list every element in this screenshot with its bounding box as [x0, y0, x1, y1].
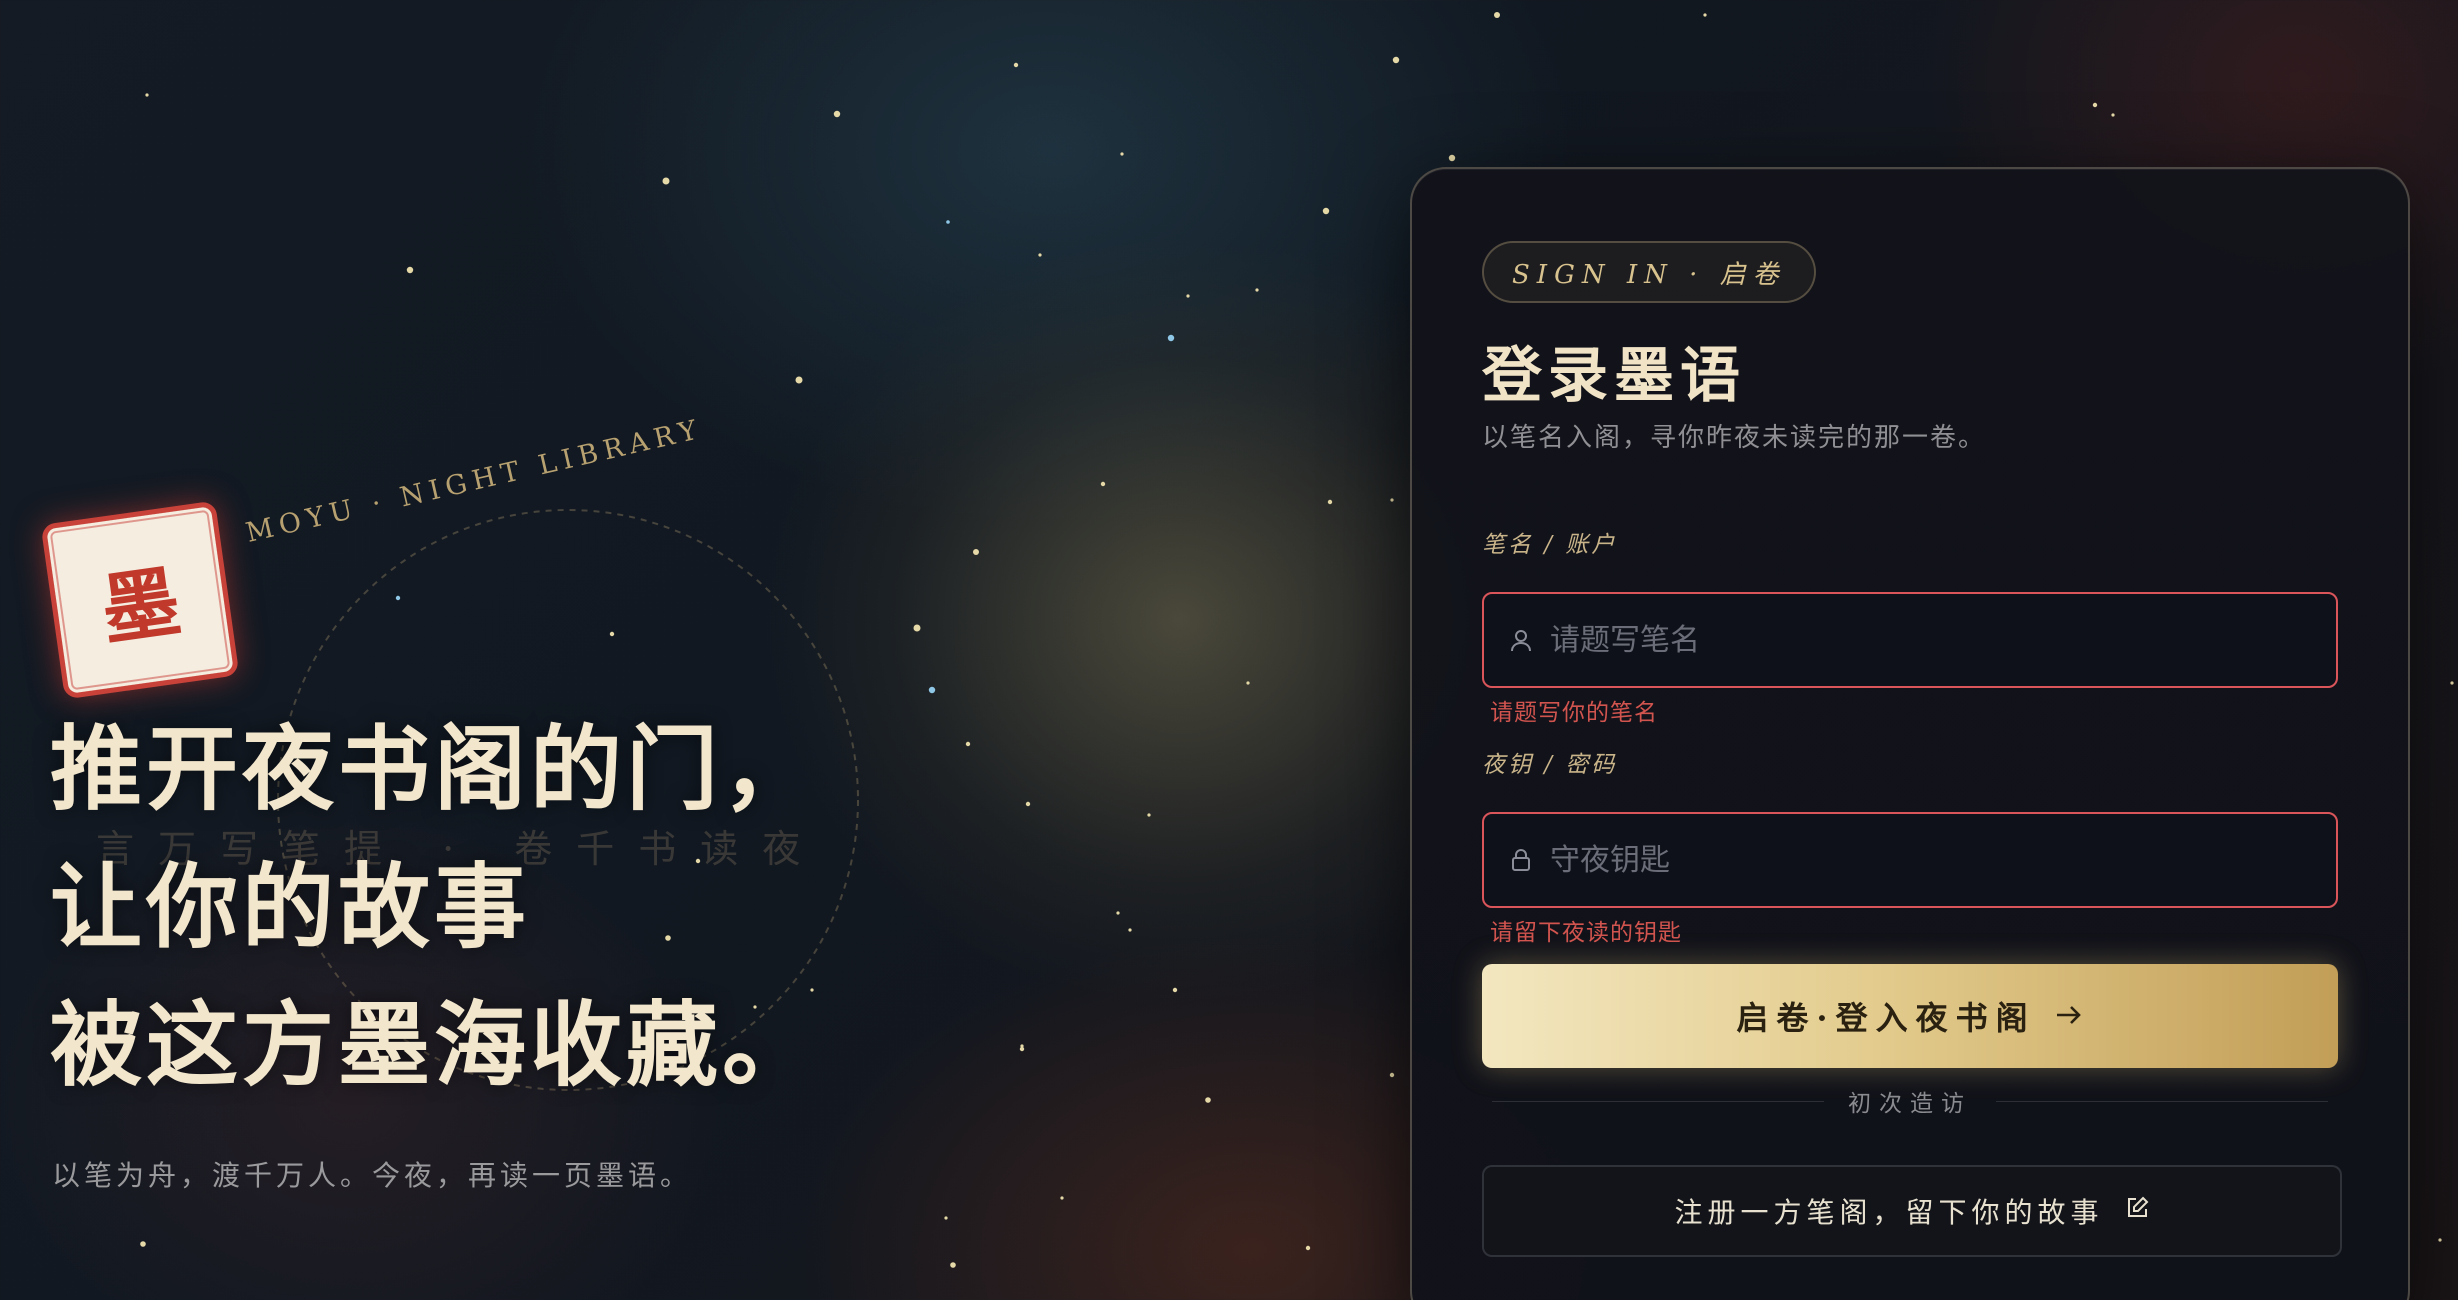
divider-line-left	[1492, 1100, 1824, 1102]
username-label: 笔名 / 账户	[1482, 532, 1618, 558]
password-error: 请留下夜读的钥匙	[1490, 920, 1682, 946]
lock-icon	[1508, 846, 1536, 874]
login-subtitle: 以笔名入阁，寻你昨夜未读完的那一卷。	[1482, 423, 1987, 453]
headline-line-3: 被这方墨海收藏。	[50, 991, 819, 1099]
register-button-label: 注册一方笔阁，留下你的故事	[1674, 1197, 2104, 1228]
headline-line-2: 让你的故事	[50, 853, 531, 961]
username-error: 请题写你的笔名	[1490, 700, 1658, 726]
divider-text: 初次造访	[1848, 1091, 1972, 1117]
password-label: 夜钥 / 密码	[1482, 752, 1618, 778]
hero-headline: 推开夜书阁的门， 让你的故事 被这方墨海收藏。	[50, 700, 818, 1114]
password-input[interactable]	[1550, 814, 2336, 906]
headline-line-1: 推开夜书阁的门，	[50, 715, 819, 823]
sign-in-button-label: 启卷·登入夜书阁	[1736, 999, 2036, 1037]
user-icon	[1508, 626, 1536, 654]
hero-subtext: 以笔为舟，渡千万人。今夜，再读一页墨语。	[52, 1159, 693, 1192]
register-button[interactable]: 注册一方笔阁，留下你的故事	[1482, 1165, 2342, 1257]
password-field[interactable]	[1482, 812, 2338, 908]
username-field[interactable]	[1482, 592, 2338, 688]
first-visit-divider: 初次造访	[1492, 1081, 2328, 1121]
username-input[interactable]	[1550, 594, 2336, 686]
brand-seal-logo: 墨	[40, 500, 240, 700]
sign-in-badge: SIGN IN · 启卷	[1482, 241, 1816, 303]
edit-icon	[2124, 1195, 2150, 1228]
arrow-right-icon	[2054, 997, 2084, 1035]
divider-line-right	[1996, 1100, 2328, 1102]
seal-character: 墨	[95, 555, 186, 657]
sign-in-button[interactable]: 启卷·登入夜书阁	[1482, 964, 2338, 1068]
login-title: 登录墨语	[1482, 341, 1746, 411]
login-card: SIGN IN · 启卷 登录墨语 以笔名入阁，寻你昨夜未读完的那一卷。 笔名 …	[1410, 167, 2410, 1300]
